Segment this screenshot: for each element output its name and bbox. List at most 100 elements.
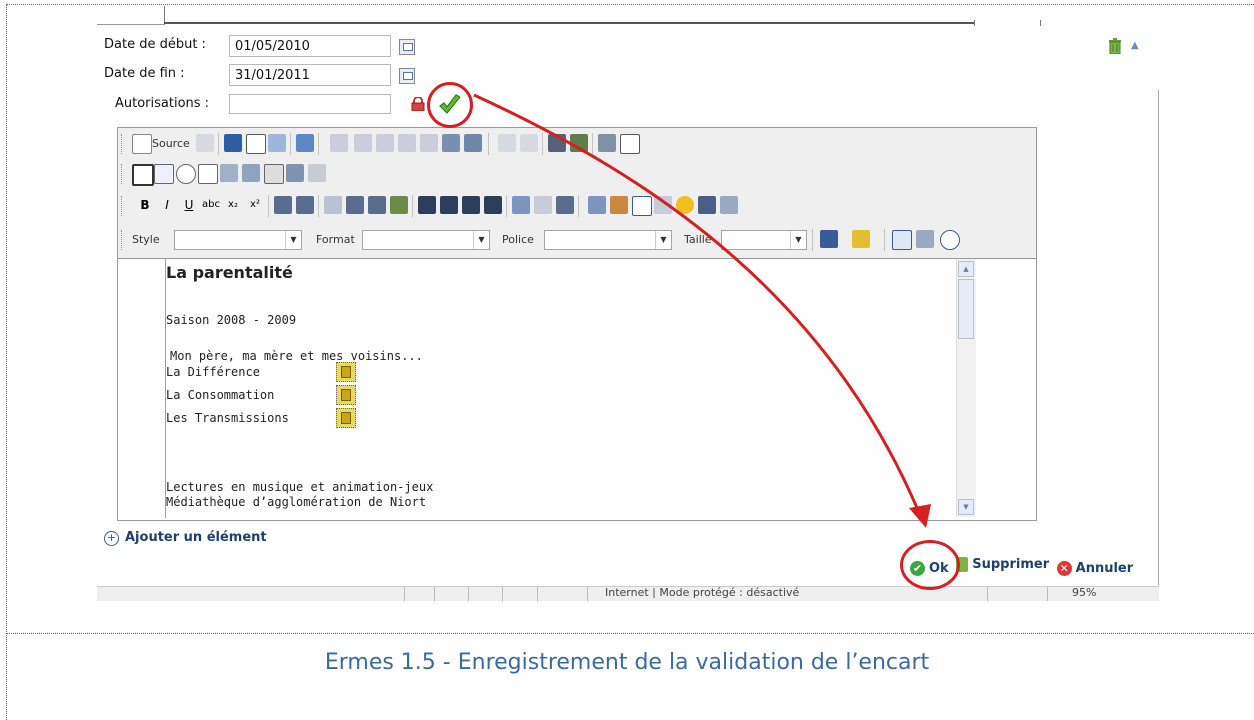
background-color-icon[interactable] (852, 230, 870, 248)
templates-icon[interactable] (296, 134, 314, 152)
start-date-field[interactable]: 01/05/2010 (229, 35, 391, 57)
new-page-icon[interactable] (246, 134, 266, 154)
image-button-icon[interactable] (286, 164, 304, 182)
cut-icon[interactable] (330, 134, 348, 152)
toolbar-separator (592, 133, 593, 155)
add-element-link[interactable]: + Ajouter un élément (104, 530, 267, 546)
italic-icon[interactable]: I (158, 196, 176, 214)
toolbar-separator (884, 229, 885, 251)
text-color-icon[interactable] (820, 230, 838, 248)
justify-icon[interactable] (484, 196, 502, 214)
print-preview-icon[interactable] (268, 134, 286, 152)
flash-icon[interactable] (610, 196, 628, 214)
top-cell (97, 6, 165, 25)
select-all-icon[interactable] (598, 134, 616, 152)
authorizations-label: Autorisations : (115, 96, 210, 111)
align-left-icon[interactable] (418, 196, 436, 214)
delete-button[interactable]: Supprimer (956, 557, 1049, 572)
copy-icon[interactable] (354, 134, 372, 152)
scroll-up-icon[interactable]: ▲ (958, 261, 974, 277)
indent-icon[interactable] (346, 196, 364, 214)
text-field-icon[interactable] (198, 164, 218, 184)
div-icon[interactable] (390, 196, 408, 214)
undo-icon[interactable] (498, 134, 516, 152)
link-icon[interactable] (512, 196, 530, 214)
checkbox-icon[interactable] (154, 164, 174, 184)
radio-icon[interactable] (176, 164, 196, 184)
smiley-icon[interactable] (676, 196, 694, 214)
redo-icon[interactable] (520, 134, 538, 152)
image-icon[interactable] (588, 196, 606, 214)
superscript-icon[interactable]: x² (246, 196, 264, 214)
subscript-icon[interactable]: x₂ (224, 196, 242, 214)
align-right-icon[interactable] (462, 196, 480, 214)
toolbar-separator (318, 195, 319, 217)
editor-content[interactable]: La parentalité Saison 2008 - 2009 Mon pè… (165, 259, 956, 518)
hidden-field-icon[interactable] (308, 164, 326, 182)
paste-text-icon[interactable] (398, 134, 416, 152)
trash-icon[interactable] (1108, 38, 1122, 54)
unlink-icon[interactable] (534, 196, 552, 214)
calendar-icon[interactable] (399, 68, 415, 84)
save-icon[interactable] (224, 134, 242, 152)
authorizations-field[interactable] (229, 94, 391, 114)
replace-icon[interactable] (570, 134, 588, 152)
numbered-list-icon[interactable] (274, 196, 292, 214)
editor-scrollbar[interactable]: ▲ ▼ (956, 259, 976, 517)
size-select[interactable]: ▼ (721, 230, 807, 250)
scroll-thumb[interactable] (958, 279, 974, 339)
horizontal-rule-icon[interactable] (654, 196, 672, 214)
show-blocks-icon[interactable] (916, 230, 934, 248)
button-icon[interactable] (264, 164, 284, 184)
scroll-down-icon[interactable]: ▼ (958, 499, 974, 515)
textarea-icon[interactable] (220, 164, 238, 182)
print-icon[interactable] (442, 134, 460, 152)
lock-icon[interactable] (411, 97, 425, 111)
page-break-icon[interactable] (720, 196, 738, 214)
close-circle-icon: ✕ (1056, 561, 1072, 576)
cancel-label: Annuler (1075, 561, 1134, 576)
end-date-field[interactable]: 31/01/2011 (229, 64, 391, 86)
form-icon[interactable] (132, 164, 154, 186)
find-icon[interactable] (548, 134, 566, 152)
strike-icon[interactable]: abc (202, 196, 220, 214)
attachment-icon[interactable] (336, 385, 356, 405)
content-footer-line: Lectures en musique et animation-jeux (166, 480, 434, 494)
about-icon[interactable] (940, 230, 960, 250)
paste-word-icon[interactable] (420, 134, 438, 152)
zoom-level[interactable]: 95% (1072, 586, 1096, 599)
align-center-icon[interactable] (440, 196, 458, 214)
status-separator (404, 587, 405, 601)
toolbar-separator (578, 195, 579, 217)
cancel-button[interactable]: ✕ Annuler (1056, 561, 1134, 576)
table-icon[interactable] (632, 196, 652, 216)
bullet-list-icon[interactable] (296, 196, 314, 214)
top-tick (974, 20, 975, 26)
attachment-icon[interactable] (336, 362, 356, 382)
select-field-icon[interactable] (242, 164, 260, 182)
spellcheck-icon[interactable] (464, 134, 482, 152)
preview-icon[interactable] (196, 134, 214, 152)
source-button-label[interactable]: Source (152, 137, 190, 150)
paste-icon[interactable] (376, 134, 394, 152)
style-select[interactable]: ▼ (174, 230, 302, 250)
size-label: Taille (684, 233, 712, 246)
source-icon[interactable] (132, 134, 152, 154)
calendar-icon[interactable] (399, 39, 415, 55)
status-separator (502, 587, 503, 601)
special-char-icon[interactable] (698, 196, 716, 214)
remove-format-icon[interactable] (620, 134, 640, 154)
style-label: Style (132, 233, 160, 246)
underline-icon[interactable]: U (180, 196, 198, 214)
toolbar-separator (268, 195, 269, 217)
format-select[interactable]: ▼ (362, 230, 490, 250)
font-select[interactable]: ▼ (544, 230, 672, 250)
outdent-icon[interactable] (324, 196, 342, 214)
move-up-icon[interactable]: ▲ (1131, 40, 1139, 51)
maximize-icon[interactable] (892, 230, 912, 250)
toolbar-row: B I U abc x₂ x² (118, 192, 1036, 220)
bold-icon[interactable]: B (136, 196, 154, 214)
attachment-icon[interactable] (336, 408, 356, 428)
anchor-icon[interactable] (556, 196, 574, 214)
blockquote-icon[interactable] (368, 196, 386, 214)
